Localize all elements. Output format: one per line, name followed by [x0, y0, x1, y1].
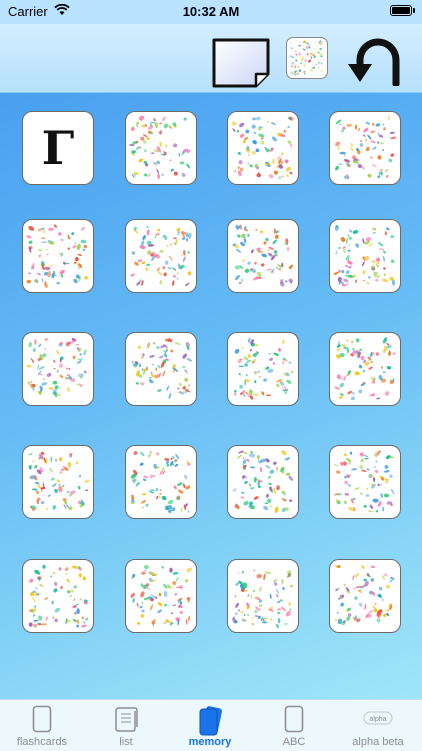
memory-card-face-down[interactable] — [125, 111, 197, 185]
tab-bar: flashcards list memory ABC alpha alpha b… — [0, 699, 422, 751]
memory-card-face-down[interactable] — [22, 445, 94, 519]
scroll-icon — [113, 705, 139, 738]
card-back-pattern — [28, 451, 90, 512]
card-back-thumbnail[interactable] — [286, 37, 328, 79]
clock: 10:32 AM — [182, 4, 240, 19]
card-back-pattern — [131, 338, 193, 399]
card-back-pattern — [233, 338, 294, 400]
memory-card-face-down[interactable] — [227, 559, 299, 633]
memory-card-face-down[interactable] — [329, 332, 401, 406]
tab-label: memory — [188, 736, 232, 748]
card-back-pattern — [333, 225, 395, 287]
card-back-pattern — [130, 450, 191, 514]
card-back-pattern — [130, 225, 192, 286]
memory-card-face-down[interactable] — [22, 332, 94, 406]
alpha-badge-text: alpha — [369, 716, 386, 723]
memory-card-face-down[interactable] — [22, 219, 94, 293]
card-back-pattern — [26, 224, 88, 288]
tab-memory[interactable]: memory — [168, 700, 252, 751]
alpha-badge-icon: alpha — [363, 711, 393, 730]
card-outline-icon — [284, 705, 304, 738]
status-bar: Carrier 10:32 AM — [0, 0, 422, 24]
memory-card-face-down[interactable] — [22, 559, 94, 633]
tab-label: ABC — [282, 736, 306, 748]
memory-board: Γ — [0, 93, 422, 699]
tab-alpha-beta[interactable]: alpha alpha beta — [336, 700, 420, 751]
undo-arrow-icon[interactable] — [340, 36, 408, 88]
memory-card-face-down[interactable] — [329, 111, 401, 185]
memory-card-face-down[interactable] — [125, 332, 197, 406]
memory-card-face-down[interactable] — [125, 445, 197, 519]
battery-tip — [413, 8, 415, 13]
memory-card-face-down[interactable] — [227, 445, 299, 519]
card-back-pattern — [232, 450, 294, 513]
tab-label: flashcards — [16, 736, 68, 748]
memory-card-face-down[interactable] — [329, 219, 401, 293]
card-back-pattern — [335, 115, 397, 180]
memory-card-revealed[interactable]: Γ — [22, 111, 94, 185]
tab-flashcards[interactable]: flashcards — [0, 700, 84, 751]
card-back-pattern — [232, 224, 294, 287]
memory-card-face-down[interactable] — [227, 332, 299, 406]
card-back-pattern — [26, 338, 87, 398]
memory-card-face-down[interactable] — [329, 445, 401, 519]
card-back-pattern — [334, 565, 395, 626]
toolbar — [0, 24, 422, 93]
tab-list[interactable]: list — [84, 700, 168, 751]
card-back-pattern — [28, 564, 89, 628]
card-letter: Γ — [41, 121, 75, 175]
tab-abc[interactable]: ABC — [252, 700, 336, 751]
memory-card-face-down[interactable] — [227, 219, 299, 293]
card-back-pattern — [334, 337, 396, 401]
card-outline-icon — [32, 705, 52, 738]
tab-label: alpha beta — [352, 736, 404, 748]
memory-card-face-down[interactable] — [227, 111, 299, 185]
card-back-pattern — [231, 569, 293, 629]
card-back-pattern — [129, 115, 191, 180]
card-back-pattern — [130, 564, 193, 627]
battery-icon — [390, 5, 412, 16]
tab-label: list — [119, 736, 133, 748]
memory-card-face-down[interactable] — [329, 559, 401, 633]
memory-card-face-down[interactable] — [125, 219, 197, 293]
blank-card-icon[interactable] — [212, 38, 270, 88]
memory-card-face-down[interactable] — [125, 559, 197, 633]
card-back-pattern — [333, 450, 395, 513]
card-back-pattern — [231, 116, 294, 179]
